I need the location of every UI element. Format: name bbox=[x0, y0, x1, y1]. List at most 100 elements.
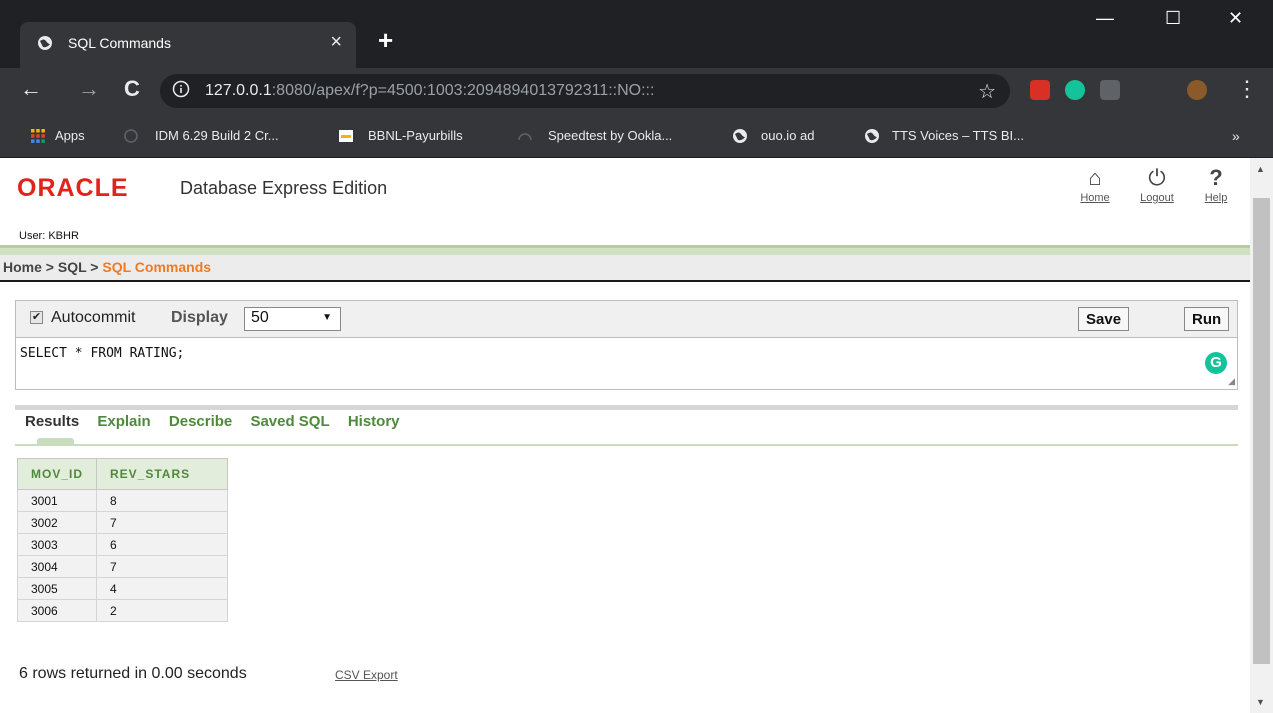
globe-icon bbox=[733, 129, 747, 143]
bookmarks-overflow-icon[interactable]: » bbox=[1232, 128, 1240, 144]
bookmark-apps[interactable]: Apps bbox=[55, 128, 85, 143]
breadcrumb-separator: > bbox=[45, 259, 54, 275]
grammarly-extension-icon[interactable] bbox=[1065, 80, 1085, 100]
bookmark-bbnl[interactable]: BBNL-Payurbills bbox=[368, 128, 463, 143]
header-divider bbox=[0, 245, 1250, 255]
tab-close-icon[interactable]: × bbox=[330, 31, 342, 54]
globe-icon bbox=[865, 129, 879, 143]
scroll-up-icon[interactable]: ▲ bbox=[1256, 164, 1265, 174]
display-label: Display bbox=[171, 309, 228, 326]
user-label: User: KBHR bbox=[19, 230, 79, 242]
sql-text: SELECT * FROM RATING; bbox=[20, 346, 185, 361]
apps-grid-icon bbox=[31, 129, 45, 143]
apex-page: ORACLE Database Express Edition User: KB… bbox=[0, 158, 1250, 713]
info-icon[interactable] bbox=[172, 80, 190, 98]
breadcrumb-home[interactable]: Home bbox=[3, 259, 42, 275]
bookmark-idm[interactable]: IDM 6.29 Build 2 Cr... bbox=[155, 128, 279, 143]
tab-results[interactable]: Results bbox=[25, 413, 79, 430]
table-cell: 3002 bbox=[16, 511, 98, 534]
scrollbar-thumb[interactable] bbox=[1253, 198, 1270, 664]
results-table: MOV_ID REV_STARS 3001 8 3002 7 3003 6 30… bbox=[16, 458, 229, 622]
resize-handle-icon[interactable]: ◢ bbox=[1228, 376, 1235, 387]
rows-returned-message: 6 rows returned in 0.00 seconds bbox=[19, 665, 247, 682]
bookmark-ouo[interactable]: ouo.io ad bbox=[761, 128, 815, 143]
breadcrumb: Home > SQL > SQL Commands bbox=[0, 255, 1250, 282]
table-cell: 3005 bbox=[16, 577, 98, 600]
command-toolbar: ✔ Autocommit Display 50 ▼ Save Run bbox=[16, 301, 1237, 337]
table-cell: 3004 bbox=[16, 555, 98, 578]
bookmark-tts[interactable]: TTS Voices – TTS BI... bbox=[892, 128, 1024, 143]
page-scrollbar[interactable]: ▲ ▼ bbox=[1250, 158, 1273, 713]
tab-saved-sql[interactable]: Saved SQL bbox=[250, 413, 329, 430]
autocommit-checkbox[interactable]: ✔ bbox=[30, 311, 43, 324]
scroll-down-icon[interactable]: ▼ bbox=[1256, 697, 1265, 707]
maximize-icon[interactable]: ☐ bbox=[1165, 8, 1181, 29]
pdf-extension-icon[interactable] bbox=[1100, 80, 1120, 100]
table-cell: 3001 bbox=[16, 489, 98, 512]
idm-icon bbox=[124, 129, 138, 143]
display-select[interactable]: 50 ▼ bbox=[244, 307, 341, 331]
csv-export-link[interactable]: CSV Export bbox=[335, 668, 398, 682]
speedtest-icon bbox=[518, 133, 532, 141]
tab-explain[interactable]: Explain bbox=[97, 413, 150, 430]
header-home[interactable]: ⌂ Home bbox=[1075, 164, 1115, 204]
forward-icon[interactable]: → bbox=[78, 76, 100, 102]
oracle-logo: ORACLE bbox=[17, 174, 129, 202]
url-text[interactable]: 127.0.0.1:8080/apex/f?p=4500:1003:209489… bbox=[205, 82, 654, 100]
sql-command-panel: ✔ Autocommit Display 50 ▼ Save Run SELEC… bbox=[15, 300, 1238, 390]
column-header: REV_STARS bbox=[96, 458, 229, 490]
table-row: 3006 2 bbox=[16, 599, 229, 622]
autocommit-label: Autocommit bbox=[51, 309, 136, 326]
run-button[interactable]: Run bbox=[1184, 307, 1230, 331]
tabs-underline bbox=[15, 444, 1238, 446]
display-value: 50 bbox=[251, 309, 269, 326]
browser-tab[interactable]: SQL Commands × bbox=[20, 22, 356, 68]
back-icon[interactable]: ← bbox=[20, 76, 42, 102]
table-cell: 6 bbox=[96, 533, 229, 556]
bookmark-speedtest[interactable]: Speedtest by Ookla... bbox=[548, 128, 672, 143]
chrome-menu-icon[interactable]: ⋮ bbox=[1236, 76, 1258, 102]
table-row: 3002 7 bbox=[16, 511, 229, 534]
table-cell: 3003 bbox=[16, 533, 98, 556]
table-row: 3003 6 bbox=[16, 533, 229, 556]
reload-icon[interactable]: C bbox=[124, 76, 140, 102]
close-window-icon[interactable]: ✕ bbox=[1228, 8, 1243, 29]
product-edition: Database Express Edition bbox=[180, 178, 388, 198]
home-icon: ⌂ bbox=[1088, 165, 1102, 190]
help-icon: ? bbox=[1209, 165, 1223, 190]
table-cell: 7 bbox=[96, 511, 229, 534]
tab-describe[interactable]: Describe bbox=[169, 413, 232, 430]
table-cell: 7 bbox=[96, 555, 229, 578]
logout-link[interactable]: Logout bbox=[1137, 192, 1177, 204]
table-cell: 2 bbox=[96, 599, 229, 622]
table-row: 3005 4 bbox=[16, 577, 229, 600]
table-header-row: MOV_ID REV_STARS bbox=[16, 458, 229, 490]
results-tabs: Results Explain Describe Saved SQL Histo… bbox=[25, 413, 414, 430]
table-row: 3004 7 bbox=[16, 555, 229, 578]
save-button[interactable]: Save bbox=[1078, 307, 1130, 331]
bbnl-icon bbox=[339, 130, 353, 142]
pocket-extension-icon[interactable] bbox=[1030, 80, 1050, 100]
chevron-down-icon: ▼ bbox=[322, 312, 332, 323]
home-link[interactable]: Home bbox=[1075, 192, 1115, 204]
minimize-icon[interactable]: — bbox=[1096, 8, 1114, 29]
header-logout[interactable]: ⏻ Logout bbox=[1137, 164, 1177, 204]
tab-title: SQL Commands bbox=[68, 35, 171, 51]
url-path: :8080/apex/f?p=4500:1003:209489401379231… bbox=[271, 82, 655, 99]
profile-avatar[interactable] bbox=[1187, 80, 1207, 100]
breadcrumb-current: SQL Commands bbox=[102, 259, 212, 275]
table-cell: 4 bbox=[96, 577, 229, 600]
bookmark-star-icon[interactable]: ☆ bbox=[978, 79, 996, 104]
browser-titlebar: SQL Commands × + — ☐ ✕ bbox=[0, 0, 1273, 68]
grammarly-icon[interactable]: G bbox=[1205, 352, 1227, 374]
bookmarks-bar: Apps IDM 6.29 Build 2 Cr... BBNL-Payurbi… bbox=[0, 114, 1273, 158]
sql-editor[interactable]: SELECT * FROM RATING; G ◢ bbox=[16, 337, 1237, 389]
new-tab-button[interactable]: + bbox=[378, 25, 393, 56]
table-cell: 3006 bbox=[16, 599, 98, 622]
tab-history[interactable]: History bbox=[348, 413, 400, 430]
table-row: 3001 8 bbox=[16, 489, 229, 512]
breadcrumb-sql[interactable]: SQL bbox=[58, 259, 87, 275]
address-bar[interactable]: 127.0.0.1:8080/apex/f?p=4500:1003:209489… bbox=[160, 74, 1010, 108]
help-link[interactable]: Help bbox=[1196, 192, 1236, 204]
header-help[interactable]: ? Help bbox=[1196, 164, 1236, 204]
